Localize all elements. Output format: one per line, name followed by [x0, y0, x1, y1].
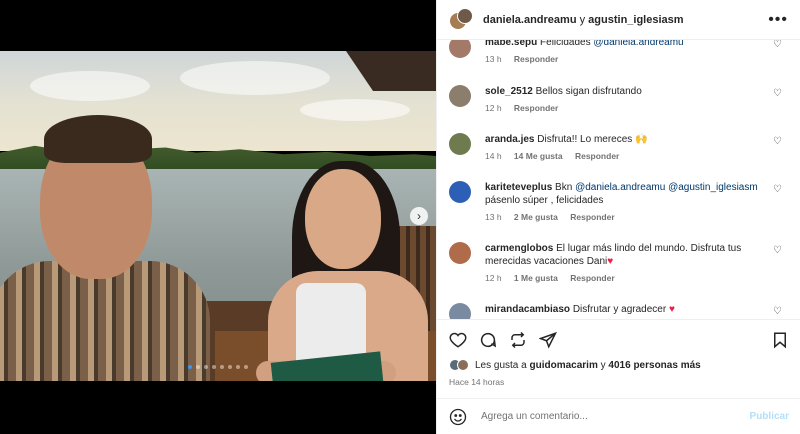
- avatar[interactable]: [449, 242, 471, 264]
- avatar[interactable]: [449, 133, 471, 155]
- heart-icon[interactable]: [448, 330, 468, 350]
- avatar: [457, 359, 469, 371]
- carousel-dot[interactable]: [196, 365, 200, 369]
- likes-summary: Les gusta a guidomacarim y 4016 personas…: [449, 359, 701, 371]
- post-header: daniela.andreamu y agustin_iglesiasm •••: [437, 0, 800, 40]
- red-heart-emoji-icon: ♥: [607, 256, 614, 267]
- comment-item: mirandacambiaso Disfrutar y agradecer ♥ …: [449, 303, 793, 319]
- post-authors: daniela.andreamu y agustin_iglesiasm: [483, 13, 684, 26]
- post-side-panel: daniela.andreamu y agustin_iglesiasm •••…: [436, 0, 800, 434]
- comment-likes[interactable]: 1 Me gusta: [514, 273, 558, 283]
- reply-button[interactable]: Responder: [570, 212, 614, 222]
- mention-link[interactable]: @daniela.andreamu: [575, 182, 665, 193]
- comment-username[interactable]: carmenglobos: [485, 243, 553, 254]
- collab-avatars[interactable]: [449, 7, 473, 32]
- like-comment-heart-icon[interactable]: ♡: [773, 40, 783, 50]
- comment-time: 13 h: [485, 212, 502, 222]
- comment-username[interactable]: kariteteveplus: [485, 182, 552, 193]
- comment-icon[interactable]: [478, 330, 498, 350]
- repost-icon[interactable]: [508, 330, 528, 350]
- like-comment-heart-icon[interactable]: ♡: [773, 307, 783, 317]
- reply-button[interactable]: Responder: [514, 54, 558, 64]
- carousel-dot[interactable]: [236, 365, 240, 369]
- likes-count-link[interactable]: 4016 personas más: [608, 360, 700, 371]
- like-comment-heart-icon[interactable]: ♡: [773, 137, 783, 147]
- comment-item: kariteteveplus Bkn @daniela.andreamu @ag…: [449, 181, 793, 222]
- avatar[interactable]: [449, 85, 471, 107]
- carousel-dot[interactable]: [220, 365, 224, 369]
- share-icon[interactable]: [538, 330, 558, 350]
- carousel-dot[interactable]: [188, 365, 192, 369]
- comment-item: carmenglobos El lugar más lindo del mund…: [449, 242, 793, 283]
- reply-button[interactable]: Responder: [570, 273, 614, 283]
- comment-likes[interactable]: 14 Me gusta: [514, 151, 563, 161]
- author-link[interactable]: daniela.andreamu: [483, 14, 577, 26]
- comment-username[interactable]: mirandacambiaso: [485, 304, 570, 315]
- post-photo: [0, 51, 436, 381]
- avatar[interactable]: [449, 303, 471, 319]
- post-timestamp: Hace 14 horas: [449, 377, 505, 387]
- like-comment-heart-icon[interactable]: ♡: [773, 185, 783, 195]
- emoji-icon[interactable]: [449, 408, 467, 426]
- carousel-dot[interactable]: [212, 365, 216, 369]
- comment-likes[interactable]: 2 Me gusta: [514, 212, 558, 222]
- comment-username[interactable]: sole_2512: [485, 86, 533, 97]
- mention-link[interactable]: @agustin_iglesiasm: [668, 182, 758, 193]
- carousel-dot[interactable]: [228, 365, 232, 369]
- carousel-dot[interactable]: [244, 365, 248, 369]
- comment-time: 14 h: [485, 151, 502, 161]
- publish-button[interactable]: Publicar: [750, 411, 789, 422]
- comment-time: 12 h: [485, 273, 502, 283]
- mention-link[interactable]: @daniela.andreamu: [593, 40, 683, 48]
- reply-button[interactable]: Responder: [514, 103, 558, 113]
- comment-username[interactable]: aranda.jes: [485, 134, 534, 145]
- like-comment-heart-icon[interactable]: ♡: [773, 246, 783, 256]
- more-options-icon[interactable]: •••: [768, 11, 788, 29]
- avatar[interactable]: [449, 181, 471, 203]
- comment-item: mabe.sepu Felicidades @daniela.andreamu …: [449, 40, 793, 64]
- comment-composer: Publicar: [437, 398, 800, 434]
- author-link[interactable]: agustin_iglesiasm: [588, 14, 683, 26]
- avatar: [457, 7, 473, 24]
- carousel-dot[interactable]: [204, 365, 208, 369]
- comment-username[interactable]: mabe.sepu: [485, 40, 537, 48]
- like-comment-heart-icon[interactable]: ♡: [773, 89, 783, 99]
- comment-time: 13 h: [485, 54, 502, 64]
- liker-username[interactable]: guidomacarim: [530, 360, 598, 371]
- comments-list: mabe.sepu Felicidades @daniela.andreamu …: [437, 40, 800, 319]
- carousel-next-button[interactable]: ›: [410, 207, 428, 225]
- post-viewer: › daniela.andreamu y agustin_iglesiasm •…: [0, 0, 800, 434]
- avatar[interactable]: [449, 40, 471, 58]
- red-heart-emoji-icon: ♥: [668, 304, 675, 315]
- post-actions-bar: [437, 319, 800, 359]
- comment-item: aranda.jes Disfruta!! Lo mereces 🙌 14 h …: [449, 133, 793, 161]
- comment-input[interactable]: [481, 411, 742, 422]
- reply-button[interactable]: Responder: [575, 151, 619, 161]
- carousel-dots: [0, 365, 436, 369]
- bookmark-icon[interactable]: [770, 330, 790, 350]
- post-media: ›: [0, 0, 436, 434]
- comment-time: 12 h: [485, 103, 502, 113]
- comment-item: sole_2512 Bellos sigan disfrutando 12 h …: [449, 85, 793, 113]
